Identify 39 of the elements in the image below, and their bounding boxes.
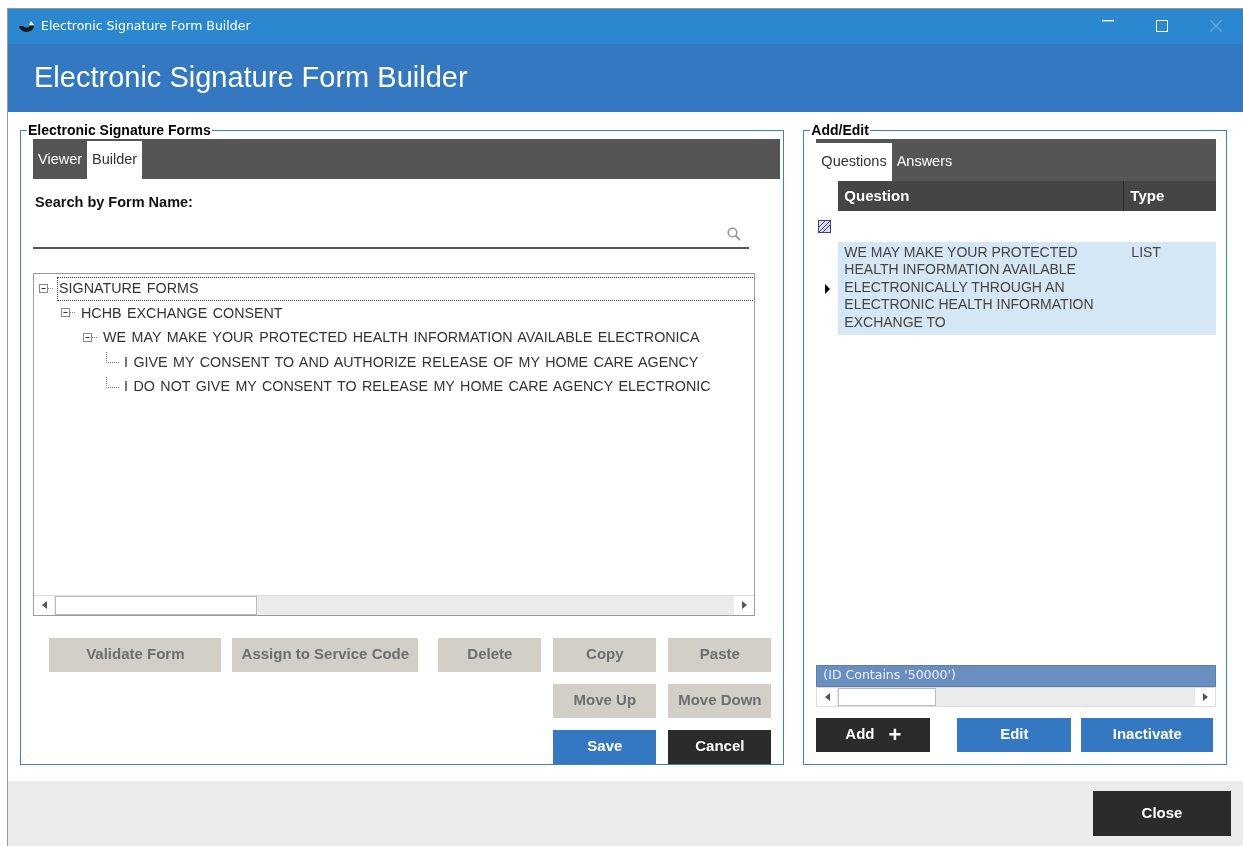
tab[interactable]: Viewer (33, 140, 88, 179)
action-button[interactable]: Save (553, 729, 657, 764)
tab[interactable]: Answers (891, 142, 958, 181)
horizontal-scrollbar[interactable] (34, 594, 754, 615)
scrollbar-thumb[interactable] (838, 687, 937, 706)
tree-item[interactable]: SIGNATURE FORMS (58, 278, 754, 300)
action-button[interactable]: Inactivate (1081, 717, 1214, 752)
table-cell-text: WE MAY MAKE YOUR PROTECTED HEALTH INFORMATION AVAILABLE ELECTRONICALLY THROUGH AN ELECTRONIC HEALTH INFORMATION EXCHANGE TO (843, 243, 1095, 332)
grid-row[interactable]: WE MAY MAKE YOUR PROTECTED HEALTH INFORMATION AVAILABLE ELECTRONICALLY THROUGH AN ELECTRONIC HEALTH INFORMATION EXCHANGE TO LIST (838, 241, 1216, 336)
app-logo-icon (18, 19, 35, 33)
action-button[interactable]: Edit (957, 717, 1072, 752)
tree-connector (106, 352, 120, 364)
tab[interactable]: Questions (816, 142, 892, 181)
scroll-left-icon[interactable] (824, 692, 830, 701)
scroll-left-icon[interactable] (41, 601, 47, 610)
tree-item[interactable]: WE MAY MAKE YOUR PROTECTED HEALTH INFORMATION AVAILABLE ELECTRONICA (102, 327, 701, 349)
scrollbar-thumb[interactable] (55, 595, 257, 615)
scroll-right-icon[interactable] (741, 601, 747, 610)
filter-bar: (ID Contains '50000') (816, 664, 1216, 687)
minimize-icon[interactable] (1102, 20, 1114, 23)
column-header[interactable]: Type (1124, 184, 1165, 208)
tree-connector (106, 376, 120, 388)
search-label: Search by Form Name: (35, 192, 194, 212)
action-button[interactable]: Cancel (668, 729, 772, 764)
header-title: Electronic Signature Form Builder (8, 43, 1243, 112)
horizontal-scrollbar[interactable] (816, 686, 1216, 707)
tree-item[interactable]: I DO NOT GIVE MY CONSENT TO RELEASE MY HOME CARE AGENCY ELECTRONIC (123, 376, 712, 398)
filter-row-icon[interactable] (818, 219, 832, 233)
table-cell-text: LIST (1130, 243, 1161, 262)
tree-item[interactable]: I GIVE MY CONSENT TO AND AUTHORIZE RELEASE OF MY HOME CARE AGENCY (123, 351, 700, 374)
window-title: Electronic Signature Form Builder (41, 16, 251, 35)
action-button[interactable]: Close (1093, 790, 1231, 836)
scroll-right-icon[interactable] (1202, 692, 1208, 701)
tab[interactable]: Builder (87, 140, 143, 179)
maximize-icon[interactable] (1156, 20, 1168, 33)
column-header[interactable]: Question (838, 180, 1125, 211)
action-button[interactable]: Add + (816, 717, 931, 752)
tree-item[interactable]: HCHB EXCHANGE CONSENT (80, 302, 284, 325)
search-icon (727, 226, 741, 241)
